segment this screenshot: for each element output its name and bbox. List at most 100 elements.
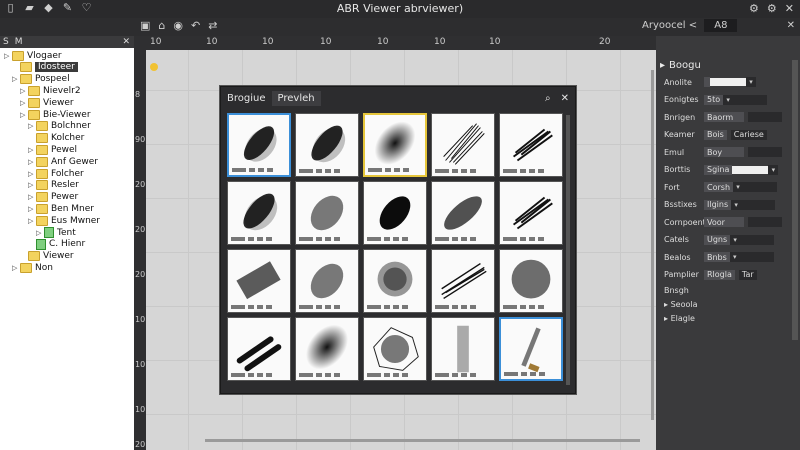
tree-item[interactable]: C. Hienr (28, 238, 85, 250)
property-value[interactable]: Sgina (704, 164, 733, 175)
close-tree-icon[interactable]: ✕ (122, 37, 130, 47)
share-icon[interactable]: ⚙ (767, 2, 777, 15)
brush-thumbnail[interactable] (363, 249, 427, 313)
brush-thumbnail[interactable] (363, 317, 427, 381)
tree-item[interactable]: ▷ Tent (36, 227, 76, 238)
preview-scrollbar[interactable] (566, 115, 570, 385)
properties-section-header[interactable]: ▸ Boogu (656, 56, 800, 75)
property-dropdown[interactable] (743, 182, 778, 192)
property-value[interactable]: Ilgins (704, 199, 732, 210)
brush-thumbnail[interactable] (431, 317, 495, 381)
vertical-scrollbar[interactable] (651, 70, 654, 420)
subsection-item-2[interactable]: ▸ Elagle (664, 314, 695, 323)
tree-item[interactable]: ▷ Viewer (20, 97, 74, 108)
dropdown-arrow-icon[interactable]: ▾ (746, 77, 756, 87)
property-value[interactable]: Rlogla (704, 269, 735, 280)
property-value[interactable]: Voor (704, 217, 744, 227)
tree-item[interactable]: Kolcher (28, 133, 84, 144)
tree-arrow-icon[interactable]: ▷ (28, 181, 36, 189)
pin-icon[interactable]: ⌂ (158, 19, 165, 32)
properties-search-input[interactable]: A8 (704, 19, 738, 32)
tree-tab-1[interactable]: S (3, 37, 9, 47)
property-dropdown[interactable] (748, 217, 782, 227)
property-value[interactable]: Baorm (704, 112, 744, 122)
tree-arrow-icon[interactable]: ▷ (20, 87, 28, 95)
property-value[interactable]: 5to (704, 94, 724, 105)
property-value[interactable]: Bnbs (704, 252, 730, 262)
horizontal-scrollbar[interactable] (205, 439, 640, 442)
property-dropdown[interactable] (748, 147, 782, 157)
property-extra[interactable]: Cariese (730, 129, 767, 140)
tree-item[interactable]: Idosteer (12, 62, 78, 73)
image-icon[interactable]: ▣ (140, 19, 150, 32)
tree-item[interactable]: ▷ Pewel (28, 144, 77, 155)
property-dropdown[interactable] (740, 234, 775, 245)
tree-arrow-icon[interactable]: ▷ (20, 111, 28, 119)
brush-thumbnail[interactable] (499, 181, 563, 245)
brush-thumbnail[interactable] (431, 113, 495, 177)
settings-icon[interactable]: ⚙ (749, 2, 759, 15)
property-dropdown[interactable] (739, 252, 774, 262)
dropdown-arrow-icon[interactable]: ▾ (723, 94, 734, 105)
tree-item[interactable]: ▷ Bie-Viewer (20, 109, 91, 120)
dropdown-arrow-icon[interactable]: ▾ (768, 164, 779, 175)
tree-item[interactable]: ▷ Eus Mwner (28, 215, 100, 226)
property-dropdown[interactable] (741, 199, 776, 210)
property-value[interactable]: Bois (704, 129, 727, 140)
tree-item[interactable]: ▷ Ben Mner (28, 203, 94, 214)
properties-scrollbar[interactable] (792, 60, 798, 340)
dropdown-arrow-icon[interactable]: ▾ (731, 199, 742, 210)
tree-arrow-icon[interactable]: ▷ (12, 75, 20, 83)
brush-thumbnail[interactable] (227, 113, 291, 177)
brush-thumbnail[interactable] (431, 181, 495, 245)
brush-thumbnail[interactable] (363, 113, 427, 177)
brush-thumbnail[interactable] (363, 181, 427, 245)
flip-icon[interactable]: ⇄ (208, 19, 217, 32)
tree-tab-2[interactable]: M (15, 37, 23, 47)
tree-item[interactable]: ▷ Pewer (28, 192, 78, 203)
dropdown-arrow-icon[interactable]: ▾ (730, 234, 741, 245)
brush-thumbnail[interactable] (431, 249, 495, 313)
tree-arrow-icon[interactable]: ▷ (36, 229, 44, 237)
preview-tab-preview[interactable]: Prevleh (271, 90, 321, 106)
tree-arrow-icon[interactable]: ▷ (12, 264, 20, 272)
property-value[interactable]: Boy (704, 147, 744, 157)
dropdown-arrow-icon[interactable]: ▾ (733, 182, 744, 192)
tree-arrow-icon[interactable]: ▷ (28, 193, 36, 201)
brush-thumbnail[interactable] (227, 317, 291, 381)
tree-arrow-icon[interactable]: ▷ (28, 122, 36, 130)
color-swatch[interactable] (710, 78, 746, 86)
tree-arrow-icon[interactable]: ▷ (20, 99, 28, 107)
color-swatch[interactable] (732, 165, 769, 174)
brush-thumbnail[interactable] (295, 317, 359, 381)
tree-item[interactable]: Viewer (20, 251, 74, 262)
brush-thumbnail[interactable] (499, 317, 563, 381)
undo-icon[interactable]: ↶ (191, 19, 200, 32)
tree-arrow-icon[interactable]: ▷ (28, 146, 36, 154)
brush-thumbnail[interactable] (295, 249, 359, 313)
property-dropdown[interactable] (748, 112, 782, 122)
property-dropdown[interactable] (733, 94, 768, 105)
tree-arrow-icon[interactable]: ▷ (4, 52, 12, 60)
fill-icon[interactable]: ◉ (173, 19, 183, 32)
close-window-button[interactable]: ✕ (785, 2, 794, 15)
tree-item[interactable]: ▷ Pospeel (12, 74, 70, 85)
tree-arrow-icon[interactable]: ▷ (28, 170, 36, 178)
tree-item[interactable]: ▷ Folcher (28, 168, 84, 179)
tree-item[interactable]: ▷ Nievelr2 (20, 85, 81, 96)
property-extra[interactable]: Tar (738, 269, 757, 280)
brush-thumbnail[interactable] (227, 181, 291, 245)
tree-item[interactable]: ▷ Vlogaer (4, 50, 62, 61)
tree-item[interactable]: ▷ Anf Gewer (28, 156, 98, 167)
close-icon[interactable]: ✕ (561, 93, 569, 104)
tree-arrow-icon[interactable]: ▷ (28, 217, 36, 225)
tree-item[interactable]: ▷ Bolchner (28, 121, 91, 132)
preview-tab-brushes[interactable]: Brogiue (227, 93, 266, 104)
brush-thumbnail[interactable] (295, 113, 359, 177)
tree-item[interactable]: ▷ Non (12, 262, 53, 273)
tree-arrow-icon[interactable]: ▷ (28, 158, 36, 166)
brush-thumbnail[interactable] (499, 113, 563, 177)
brush-thumbnail[interactable] (295, 181, 359, 245)
subsection-item-1[interactable]: ▸ Seoola (664, 300, 697, 309)
property-value[interactable]: Ugns (704, 234, 731, 245)
